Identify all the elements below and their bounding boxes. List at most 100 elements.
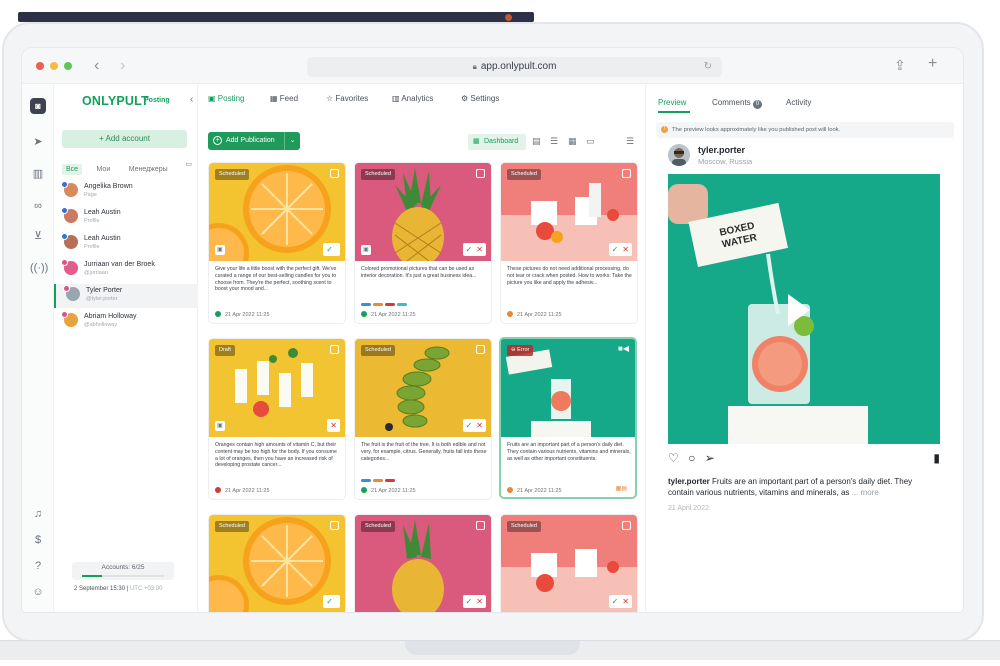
send-icon[interactable]: ➢ — [705, 451, 715, 465]
approve-icon: ✓ — [465, 421, 473, 430]
account-row-selected[interactable]: Tyler Porter @tyler.porter — [54, 284, 198, 308]
active-tab-indicator — [658, 111, 690, 113]
select-checkbox[interactable] — [330, 169, 339, 178]
forward-arrow-icon[interactable]: › — [120, 57, 125, 75]
more-link[interactable]: ... more — [852, 488, 879, 497]
select-checkbox[interactable] — [476, 345, 485, 354]
tag-row — [361, 293, 409, 306]
approve-actions[interactable]: ✓ — [323, 595, 340, 608]
post-card[interactable]: Scheduled ✓ ✕ These pictures do not need … — [500, 162, 638, 324]
collapse-panel-icon[interactable]: ‹ — [190, 94, 193, 105]
post-card-selected[interactable]: ⊖ Error ■◀ Fruits are an important part … — [499, 337, 637, 499]
tab-feed[interactable]: ▦ Feed — [270, 94, 298, 103]
account-row[interactable]: Leah Austin Profile — [54, 232, 198, 256]
address-bar[interactable]: 🔒︎ app.onlypult.com ↻ — [307, 57, 722, 77]
preview-notice: ! The preview looks approximately like yo… — [656, 122, 954, 138]
post-text: Oranges contain high amounts of vitamin … — [215, 442, 337, 469]
tab-activity[interactable]: Activity — [786, 98, 811, 107]
select-checkbox[interactable] — [622, 169, 631, 178]
post-card[interactable]: Scheduled ✓ — [208, 514, 346, 612]
add-publication-button[interactable]: + Add Publication ⌄ — [208, 132, 300, 150]
filter-all[interactable]: Все — [62, 164, 83, 175]
approve-actions[interactable]: ✓ — [323, 243, 340, 256]
status-badge: Scheduled — [361, 521, 395, 532]
attachment-icons: ▦▤ — [615, 486, 627, 492]
compact-view-icon[interactable]: ▭ — [586, 136, 595, 147]
brand-name: ONLYPULT — [82, 94, 149, 108]
post-card[interactable]: Draft ✕ ▣ Oranges contain high amounts o… — [208, 338, 346, 500]
approve-reject-actions[interactable]: ✓ ✕ — [462, 595, 486, 608]
calendar-view-icon[interactable]: ▤ — [532, 136, 541, 147]
help-icon[interactable]: ? — [30, 558, 46, 574]
post-card[interactable]: Scheduled ✓ ✕ — [500, 514, 638, 612]
bell-icon[interactable]: ♫ — [30, 506, 46, 522]
status-badge: Scheduled — [361, 169, 395, 180]
select-checkbox[interactable] — [330, 521, 339, 530]
select-checkbox[interactable] — [476, 521, 485, 530]
instagram-badge-icon — [61, 259, 68, 266]
comment-icon[interactable]: ○ — [688, 451, 695, 465]
status-badge: Scheduled — [507, 521, 541, 532]
tab-analytics[interactable]: ▥ Analytics — [392, 94, 433, 103]
laptop-base — [0, 640, 1000, 660]
post-date: 21 Apr 2022 11:25 — [361, 311, 416, 318]
inbox-icon[interactable]: ⊻ — [30, 228, 46, 244]
account-row[interactable]: Jurriaan van der Broek @jurriaan — [54, 258, 198, 282]
view-dashboard-button[interactable]: ▦ Dashboard — [468, 134, 526, 150]
account-row[interactable]: Abriam Holloway @abholloway — [54, 310, 198, 334]
select-checkbox[interactable] — [330, 345, 339, 354]
link-icon[interactable]: ∞ — [30, 198, 46, 214]
new-tab-icon[interactable]: + — [928, 55, 937, 73]
tab-favorites[interactable]: ☆ Favorites — [326, 94, 368, 103]
post-card[interactable]: Scheduled ✓ ✕ — [354, 514, 492, 612]
facebook-badge-icon — [61, 207, 68, 214]
back-arrow-icon[interactable]: ‹ — [94, 57, 99, 75]
select-checkbox[interactable] — [622, 521, 631, 530]
filter-managers[interactable]: Менеджеры — [125, 164, 172, 175]
reject-action[interactable]: ✕ — [327, 419, 340, 432]
chevron-down-icon[interactable]: ⌄ — [284, 132, 300, 150]
heart-icon[interactable]: ♡ — [668, 451, 679, 465]
minimize-window-button[interactable] — [50, 62, 58, 70]
approve-reject-actions[interactable]: ✓ ✕ — [462, 243, 486, 256]
reject-icon: ✕ — [330, 421, 337, 430]
filter-settings-icon[interactable]: ☰ — [626, 136, 634, 147]
share-icon[interactable]: ⇪ — [894, 57, 906, 74]
account-row[interactable]: Angelika Brown Page — [54, 180, 198, 204]
close-window-button[interactable] — [36, 62, 44, 70]
approve-reject-actions[interactable]: ✓ ✕ — [608, 595, 632, 608]
add-account-button[interactable]: + Add account — [62, 130, 187, 148]
tab-settings[interactable]: ⚙ Settings — [461, 94, 499, 103]
plus-icon: + — [213, 136, 222, 145]
bookmark-icon[interactable]: ▮ — [933, 451, 940, 465]
filter-mine[interactable]: Мои — [93, 164, 115, 175]
post-video-preview[interactable]: BOXED WATER — [668, 174, 940, 444]
post-card[interactable]: Scheduled ✓ ✕ The fruit is the fruit of t… — [354, 338, 492, 500]
approve-reject-actions[interactable]: ✓ ✕ — [608, 243, 632, 256]
send-icon[interactable]: ➤ — [30, 134, 46, 150]
reload-icon[interactable]: ↻ — [704, 57, 712, 77]
app-logo-icon[interactable]: ◙ — [30, 98, 46, 114]
status-dot — [507, 311, 513, 317]
account-name: Leah Austin — [84, 235, 121, 242]
maximize-window-button[interactable] — [64, 62, 72, 70]
tab-preview[interactable]: Preview — [658, 98, 686, 107]
tab-posting[interactable]: ▣ Posting — [208, 94, 244, 103]
broadcast-icon[interactable]: ((·)) — [30, 260, 48, 276]
calendar-icon: ▣ — [215, 245, 225, 255]
post-card[interactable]: Scheduled ✓ ▣ Give your life a little bo… — [208, 162, 346, 324]
approve-reject-actions[interactable]: ✓ ✕ — [462, 419, 486, 432]
dollar-icon[interactable]: $ — [30, 532, 46, 548]
post-card[interactable]: Scheduled ✓ ✕ ▣ Colored promotional pictu… — [354, 162, 492, 324]
table-view-icon[interactable]: ▦ — [568, 136, 577, 147]
profile-icon[interactable]: ☺ — [30, 584, 46, 600]
post-text: Colored promotional pictures that can be… — [361, 266, 477, 279]
folder-icon[interactable]: ▭ — [185, 160, 192, 168]
approve-icon: ✓ — [611, 597, 619, 606]
analytics-icon[interactable]: ▥ — [30, 166, 46, 182]
account-row[interactable]: Leah Austin Profile — [54, 206, 198, 230]
select-checkbox[interactable] — [476, 169, 485, 178]
post-date: 21 Apr 2022 11:25 — [215, 487, 270, 494]
tab-comments[interactable]: Comments 0 — [712, 98, 762, 109]
list-view-icon[interactable]: ☰ — [550, 136, 558, 147]
